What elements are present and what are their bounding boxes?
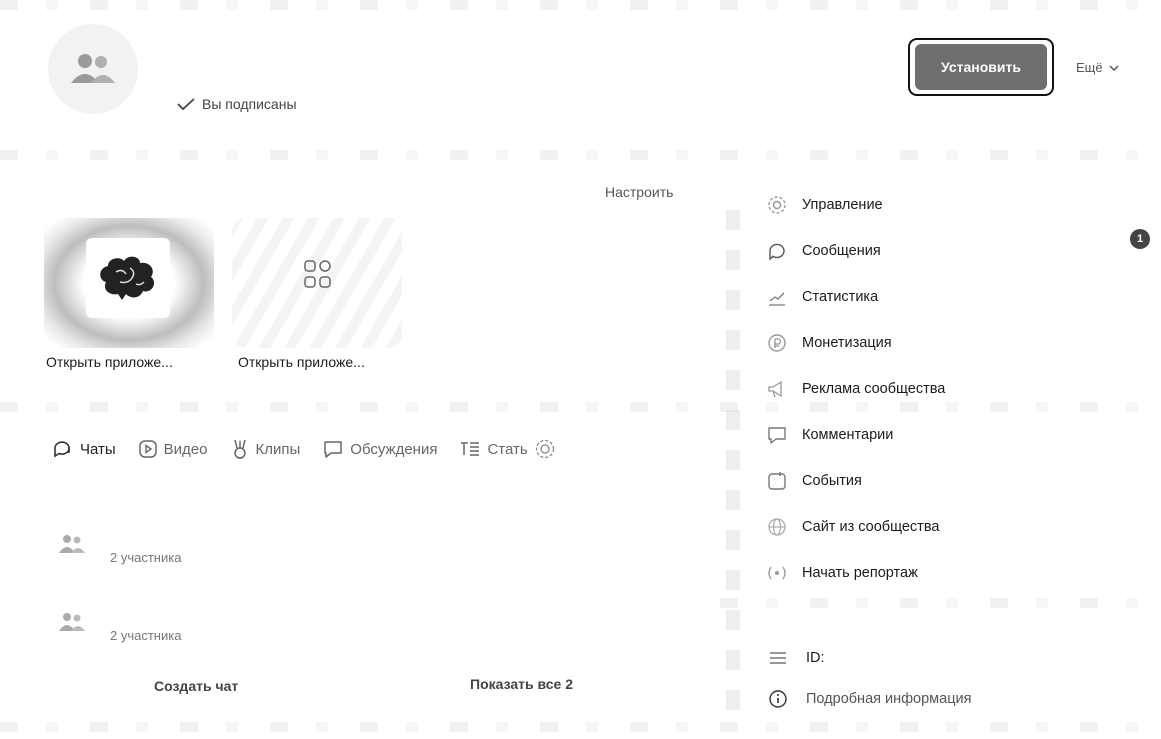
tab-chats[interactable]: Чаты [52, 439, 116, 459]
show-all-button[interactable]: Показать все 2 [470, 676, 573, 692]
menu-item-site[interactable]: Сайт из сообщества [766, 504, 945, 550]
more-label: Ещё [1076, 60, 1103, 75]
app-tile-2[interactable] [232, 218, 402, 348]
id-row[interactable]: ID: [768, 650, 825, 666]
menu-item-events[interactable]: События [766, 458, 945, 504]
stats-icon [769, 292, 785, 306]
group-avatar[interactable] [48, 24, 138, 114]
tab-video[interactable]: Видео [138, 439, 208, 459]
tab-clips[interactable]: Клипы [230, 438, 301, 460]
tab-label: Обсуждения [350, 440, 438, 458]
menu-label: Комментарии [802, 427, 894, 443]
app-tile-1[interactable] [44, 218, 214, 348]
chat-item[interactable]: 2 участника [56, 522, 181, 565]
menu-label: Статистика [802, 289, 879, 305]
broadcast-icon [768, 566, 786, 580]
megaphone-icon [768, 380, 782, 398]
tab-label: Клипы [255, 440, 301, 458]
apps-grid-icon [304, 260, 331, 288]
menu-lines-icon [770, 652, 786, 664]
menu-label: Реклама сообщества [802, 381, 946, 397]
clips-icon [233, 439, 246, 459]
people-icon [59, 534, 85, 553]
chat-members: 2 участника [110, 628, 182, 643]
menu-item-statistics[interactable]: Статистика [766, 274, 945, 320]
more-dropdown[interactable]: Ещё [1076, 60, 1119, 75]
chat-icon [54, 441, 70, 458]
menu-item-management[interactable]: Управление [766, 182, 945, 228]
scan-noise [0, 150, 1161, 160]
tab-label: Чаты [80, 440, 116, 458]
app-label-1[interactable]: Открыть приложе... [46, 354, 173, 370]
info-icon [769, 690, 787, 708]
scan-noise [0, 402, 1161, 412]
gear-icon [768, 196, 786, 214]
discussion-icon [324, 441, 343, 458]
menu-item-comments[interactable]: Комментарии [766, 412, 945, 458]
menu-item-broadcast[interactable]: Начать репортаж [766, 550, 945, 596]
article-icon [461, 442, 480, 456]
scan-noise [0, 0, 1161, 10]
settings-icon[interactable] [534, 438, 556, 460]
globe-icon [768, 518, 786, 536]
menu-item-monetization[interactable]: Монетизация [766, 320, 945, 366]
menu-label: Начать репортаж [802, 565, 918, 581]
configure-link[interactable]: Настроить [605, 184, 673, 200]
chevron-down-icon [1109, 64, 1119, 71]
events-icon [768, 472, 786, 490]
people-icon [59, 612, 85, 631]
tab-discussions[interactable]: Обсуждения [322, 439, 437, 459]
scan-noise [0, 722, 1161, 732]
install-button-frame: Установить [908, 38, 1054, 96]
check-icon [177, 98, 195, 111]
menu-label: События [802, 473, 862, 489]
messages-badge: 1 [1130, 229, 1150, 249]
tab-label: Видео [163, 440, 208, 458]
tab-label: Стать [487, 440, 528, 458]
scan-noise [720, 598, 1161, 608]
id-label: ID: [806, 650, 825, 666]
menu-label: Управление [802, 197, 883, 213]
menu-label: Сайт из сообщества [802, 519, 940, 535]
tab-articles[interactable]: Стать [459, 438, 555, 460]
message-icon [769, 243, 785, 261]
subscribed-label: Вы подписаны [202, 96, 297, 112]
menu-item-ads[interactable]: Реклама сообщества [766, 366, 945, 412]
install-button[interactable]: Установить [915, 44, 1047, 90]
management-menu: Управление Сообщения Статистика Монетиза… [766, 182, 945, 596]
scan-noise [726, 210, 740, 730]
menu-label: Монетизация [802, 335, 892, 351]
content-tabs: Чаты Видео Клипы Обсуждения Стать [52, 438, 556, 460]
app-label-2[interactable]: Открыть приложе... [238, 354, 365, 370]
details-row[interactable]: Подробная информация [768, 689, 971, 709]
menu-item-messages[interactable]: Сообщения [766, 228, 945, 274]
subscribed-status[interactable]: Вы подписаны [176, 96, 297, 112]
video-icon [138, 440, 157, 458]
details-label: Подробная информация [806, 691, 972, 707]
comment-icon [768, 427, 786, 444]
menu-label: Сообщения [802, 243, 881, 259]
money-icon [768, 334, 786, 352]
chat-item[interactable]: 2 участника [56, 600, 181, 643]
brain-icon [86, 238, 170, 318]
people-icon [71, 54, 115, 83]
create-chat-button[interactable]: Создать чат [154, 678, 238, 694]
chat-members: 2 участника [110, 550, 182, 565]
